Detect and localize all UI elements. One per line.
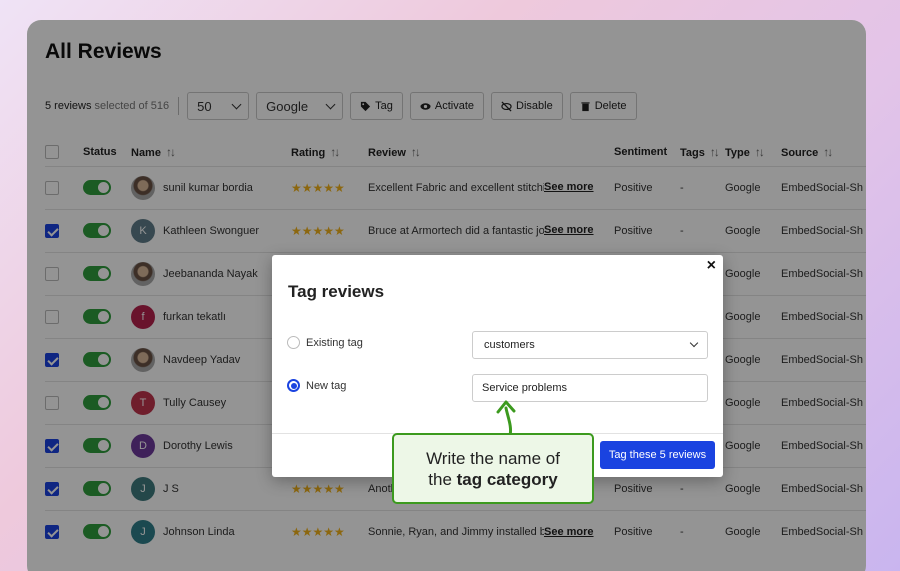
callout-line-2-prefix: the xyxy=(428,470,457,489)
new-tag-value: Service problems xyxy=(482,382,567,394)
modal-title: Tag reviews xyxy=(288,282,385,301)
existing-tag-select[interactable]: customers xyxy=(472,331,708,359)
tag-name-callout: Write the name of the tag category xyxy=(392,433,594,504)
callout-line-1: Write the name of xyxy=(426,449,560,468)
new-tag-label: New tag xyxy=(306,379,347,392)
new-tag-radio[interactable] xyxy=(287,379,300,392)
arrow-up-icon xyxy=(496,400,516,438)
existing-tag-label: Existing tag xyxy=(306,336,363,349)
close-icon[interactable]: × xyxy=(707,257,716,275)
tag-reviews-submit-button[interactable]: Tag these 5 reviews xyxy=(600,441,715,469)
callout-emphasis: tag category xyxy=(456,470,558,489)
existing-tag-value: customers xyxy=(484,339,535,351)
callout-line-2: the tag category xyxy=(394,469,592,490)
new-tag-option[interactable]: New tag xyxy=(287,379,346,392)
chevron-down-icon xyxy=(689,338,699,348)
existing-tag-option[interactable]: Existing tag xyxy=(287,336,363,349)
existing-tag-radio[interactable] xyxy=(287,336,300,349)
